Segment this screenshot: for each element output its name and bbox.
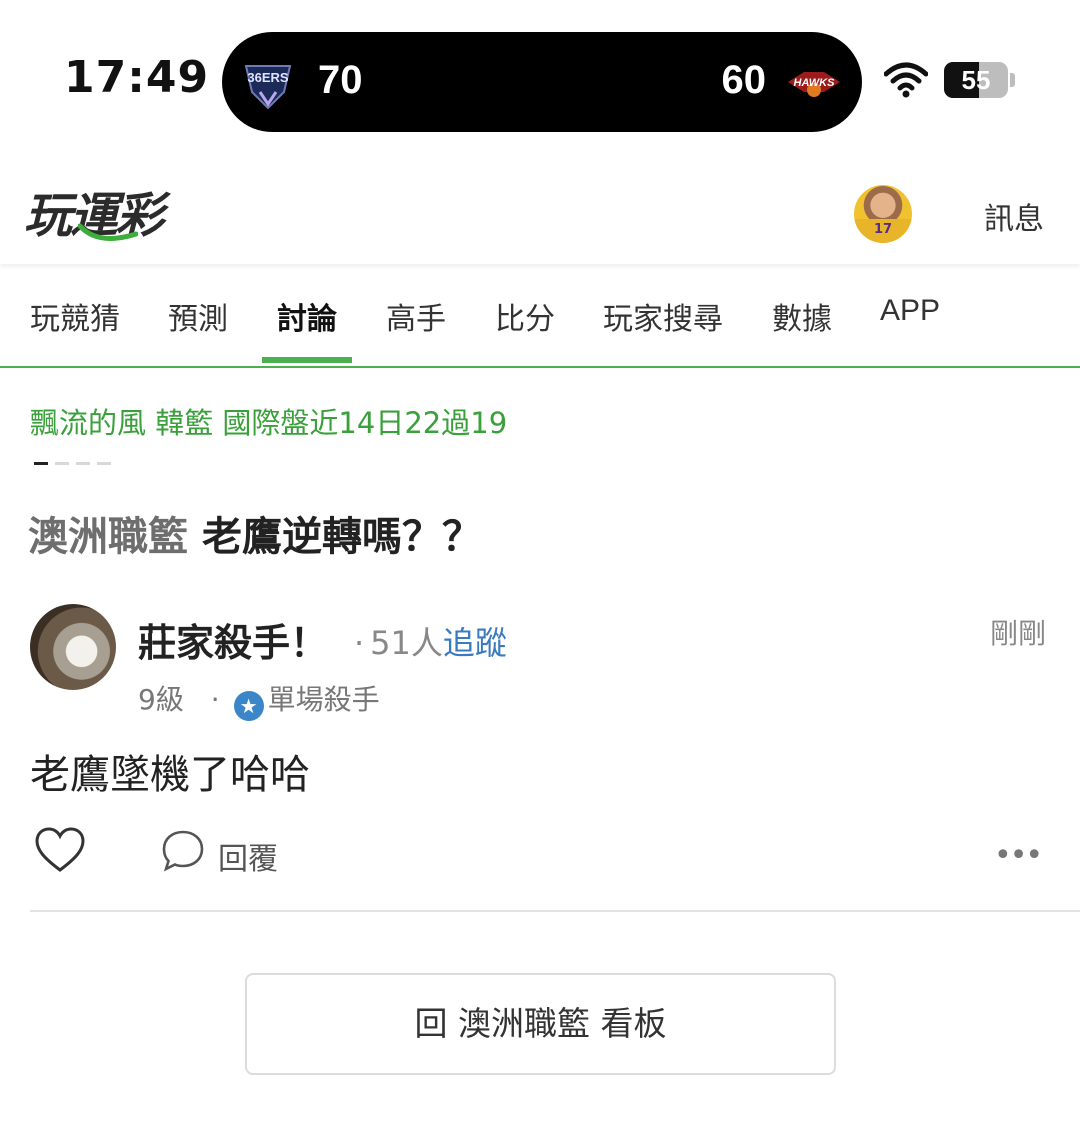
nav-tabs: 玩競猜 預測 討論 高手 比分 玩家搜尋 數據 APP [0, 264, 1080, 368]
post-title: 澳洲職籃 老鷹逆轉嗎？？ [28, 504, 482, 562]
follow-button[interactable]: 追蹤 [443, 624, 507, 662]
heart-icon[interactable] [34, 826, 86, 874]
post-time: 剛剛 [990, 617, 1047, 650]
post-subject: 老鷹逆轉嗎？？ [202, 514, 482, 560]
wifi-icon [884, 62, 928, 98]
battery-level: 55 [961, 65, 991, 95]
tab-scores[interactable]: 比分 [495, 294, 555, 338]
tab-data[interactable]: 數據 [772, 294, 832, 338]
post-body: 老鷹墜機了哈哈 [30, 752, 310, 798]
tab-discussion[interactable]: 討論 [277, 294, 337, 338]
ticker-text[interactable]: 飄流的風 韓籃 國際盤近14日22過19 [30, 400, 507, 442]
team-36ers-logo-icon: 36ERS [244, 65, 292, 110]
site-header: 玩運彩 17 訊息 [0, 150, 1080, 264]
logo-swoosh-icon [78, 223, 138, 241]
home-score: 70 [318, 58, 363, 102]
tab-player-search[interactable]: 玩家搜尋 [603, 294, 723, 338]
followers-count: 51人 [370, 624, 443, 662]
messages-link[interactable]: 訊息 [984, 194, 1044, 238]
team-hawks-logo-icon: HAWKS [788, 72, 840, 97]
tab-app[interactable]: APP [880, 294, 940, 328]
author-level: 9級 [138, 683, 184, 716]
author-name[interactable]: 莊家殺手！ [138, 612, 328, 667]
star-badge-icon: ★ [233, 691, 264, 721]
comment-bubble-icon [162, 830, 204, 872]
tab-guess[interactable]: 玩競猜 [30, 294, 120, 338]
avatar-jersey-number: 17 [854, 219, 912, 243]
more-options-icon[interactable]: ••• [994, 838, 1043, 873]
svg-text:HAWKS: HAWKS [794, 77, 836, 89]
active-tab-indicator [262, 357, 352, 363]
ticker-dot[interactable] [76, 462, 90, 465]
author-level-row: 9級 · ★ 單場殺手 [138, 678, 380, 721]
user-avatar[interactable]: 17 [854, 185, 912, 243]
post-board[interactable]: 澳洲職籃 [28, 514, 188, 560]
tab-experts[interactable]: 高手 [386, 294, 446, 338]
live-score-island[interactable]: 36ERS 70 60 HAWKS [222, 32, 862, 132]
svg-text:36ERS: 36ERS [247, 70, 289, 85]
tab-predict[interactable]: 預測 [168, 294, 228, 338]
badge-separator: · [210, 683, 220, 716]
status-time: 17:49 [64, 52, 210, 103]
author-followers: · 51人追蹤 [354, 618, 507, 664]
back-to-board-button[interactable]: 回 澳洲職籃 看板 [245, 973, 836, 1075]
author-badge-label: 單場殺手 [267, 683, 380, 716]
status-bar: 17:49 36ERS 70 60 HAWKS 55 [0, 0, 1080, 140]
reply-label: 回覆 [218, 842, 278, 877]
away-score: 60 [721, 58, 767, 102]
battery-cap [1010, 73, 1015, 87]
followers-separator: · [354, 624, 365, 662]
ticker-dot[interactable] [55, 462, 69, 465]
ticker-pagination [34, 462, 118, 481]
ticker-dot[interactable] [97, 462, 111, 465]
ticker-dot[interactable] [34, 462, 48, 465]
battery-icon: 55 [944, 62, 1008, 98]
author-avatar[interactable] [30, 604, 116, 690]
divider [30, 910, 1080, 912]
